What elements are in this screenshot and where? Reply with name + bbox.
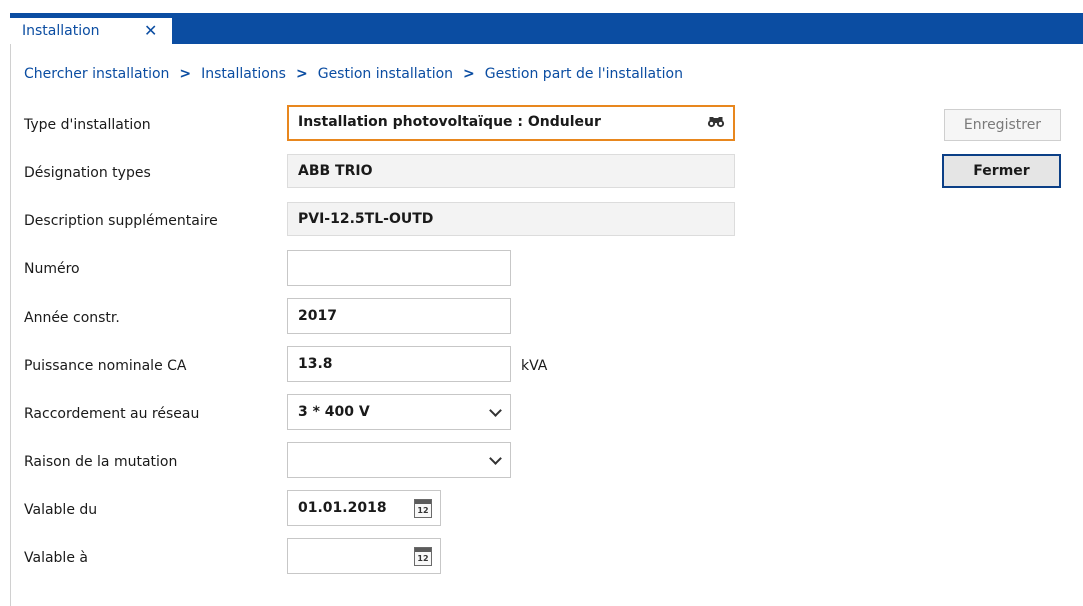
annee-label: Année constr. bbox=[24, 310, 120, 326]
valable-du-label: Valable du bbox=[24, 502, 98, 518]
tab-bar: Installation ✕ bbox=[10, 13, 1083, 44]
breadcrumb-gestion-installation[interactable]: Gestion installation bbox=[318, 66, 453, 82]
breadcrumb-installations[interactable]: Installations bbox=[201, 66, 286, 82]
valable-a-label: Valable à bbox=[24, 550, 88, 566]
designation-types-field: ABB TRIO bbox=[287, 154, 735, 188]
numero-label: Numéro bbox=[24, 261, 80, 277]
breadcrumb-gestion-part[interactable]: Gestion part de l'installation bbox=[485, 66, 683, 82]
raison-select[interactable] bbox=[287, 442, 511, 478]
save-button[interactable]: Enregistrer bbox=[944, 109, 1061, 141]
type-installation-label: Type d'installation bbox=[24, 117, 151, 133]
raccordement-label: Raccordement au réseau bbox=[24, 406, 200, 422]
raccordement-select[interactable]: 3 * 400 V bbox=[287, 394, 511, 430]
description-value: PVI-12.5TL-OUTD bbox=[298, 211, 434, 227]
designation-types-label: Désignation types bbox=[24, 165, 151, 181]
description-field: PVI-12.5TL-OUTD bbox=[287, 202, 735, 236]
valable-du-input[interactable]: 01.01.2018 12 bbox=[287, 490, 441, 526]
numero-input[interactable] bbox=[287, 250, 511, 286]
puissance-label: Puissance nominale CA bbox=[24, 358, 187, 374]
raccordement-value: 3 * 400 V bbox=[298, 404, 370, 420]
content-border bbox=[10, 44, 11, 606]
puissance-input[interactable]: 13.8 bbox=[287, 346, 511, 382]
breadcrumb-separator: > bbox=[463, 66, 475, 82]
description-label: Description supplémentaire bbox=[24, 213, 218, 229]
type-installation-value: Installation photovoltaïque : Onduleur bbox=[298, 114, 601, 130]
breadcrumb-separator: > bbox=[179, 66, 192, 82]
close-tab-icon[interactable]: ✕ bbox=[144, 18, 157, 44]
puissance-unit: kVA bbox=[521, 358, 548, 374]
breadcrumb-chercher-installation[interactable]: Chercher installation bbox=[24, 66, 169, 82]
calendar-icon[interactable]: 12 bbox=[414, 547, 432, 566]
annee-input[interactable]: 2017 bbox=[287, 298, 511, 334]
close-button[interactable]: Fermer bbox=[942, 154, 1061, 188]
tab-label: Installation bbox=[22, 23, 100, 39]
type-installation-field[interactable]: Installation photovoltaïque : Onduleur bbox=[287, 105, 735, 141]
binoculars-icon[interactable] bbox=[707, 107, 725, 137]
chevron-down-icon bbox=[489, 404, 502, 417]
raison-label: Raison de la mutation bbox=[24, 454, 178, 470]
valable-du-value: 01.01.2018 bbox=[298, 500, 387, 516]
designation-types-value: ABB TRIO bbox=[298, 163, 373, 179]
calendar-icon[interactable]: 12 bbox=[414, 499, 432, 518]
breadcrumb-separator: > bbox=[295, 66, 308, 82]
tab-installation[interactable]: Installation ✕ bbox=[10, 18, 172, 44]
valable-a-input[interactable]: 12 bbox=[287, 538, 441, 574]
chevron-down-icon bbox=[489, 452, 502, 465]
breadcrumb: Chercher installation > Installations > Gest… bbox=[24, 64, 683, 84]
